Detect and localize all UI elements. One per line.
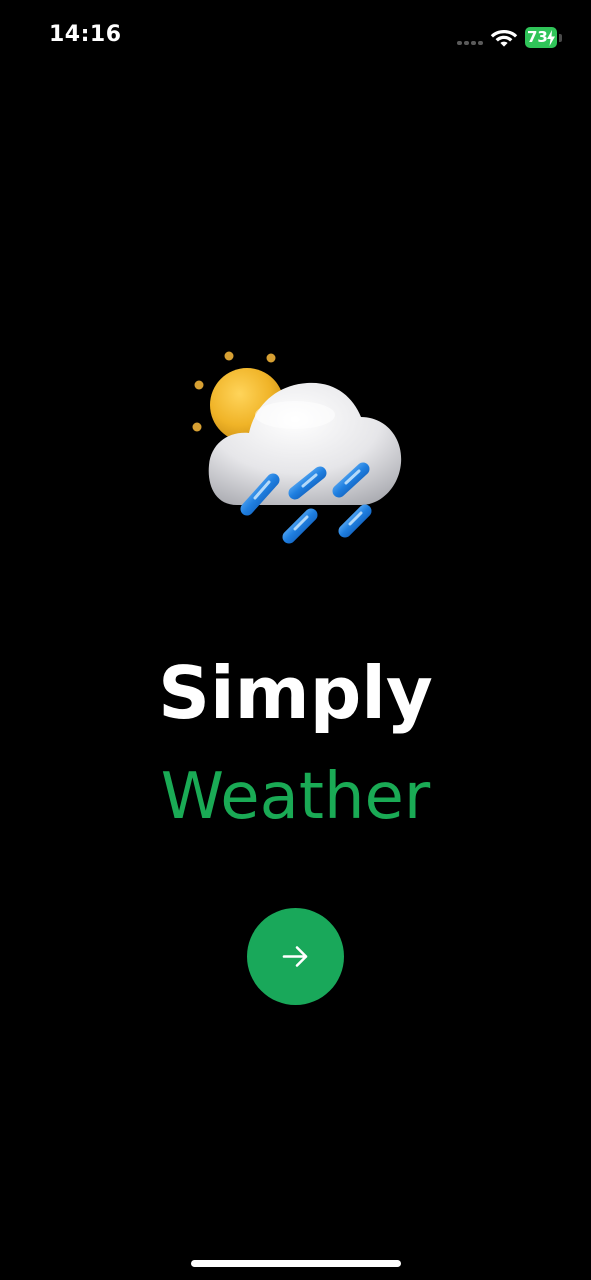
battery-indicator: 73 [525,27,563,49]
arrow-right-icon [282,946,308,967]
sun-behind-rain-cloud-icon [192,351,402,544]
app-title-simply: Simply [158,651,433,735]
wifi-icon [490,30,518,47]
cellular-dots-icon [457,41,485,45]
status-time: 14:16 [49,22,122,47]
battery-tip [559,34,562,42]
next-button[interactable] [247,908,344,1005]
home-indicator[interactable] [191,1260,401,1267]
battery-level: 73 [527,28,548,46]
charging-bolt-icon [547,30,555,46]
app-title-weather: Weather [160,760,431,834]
splash-screen: 14:16 73 Simply Weather [0,0,591,1280]
